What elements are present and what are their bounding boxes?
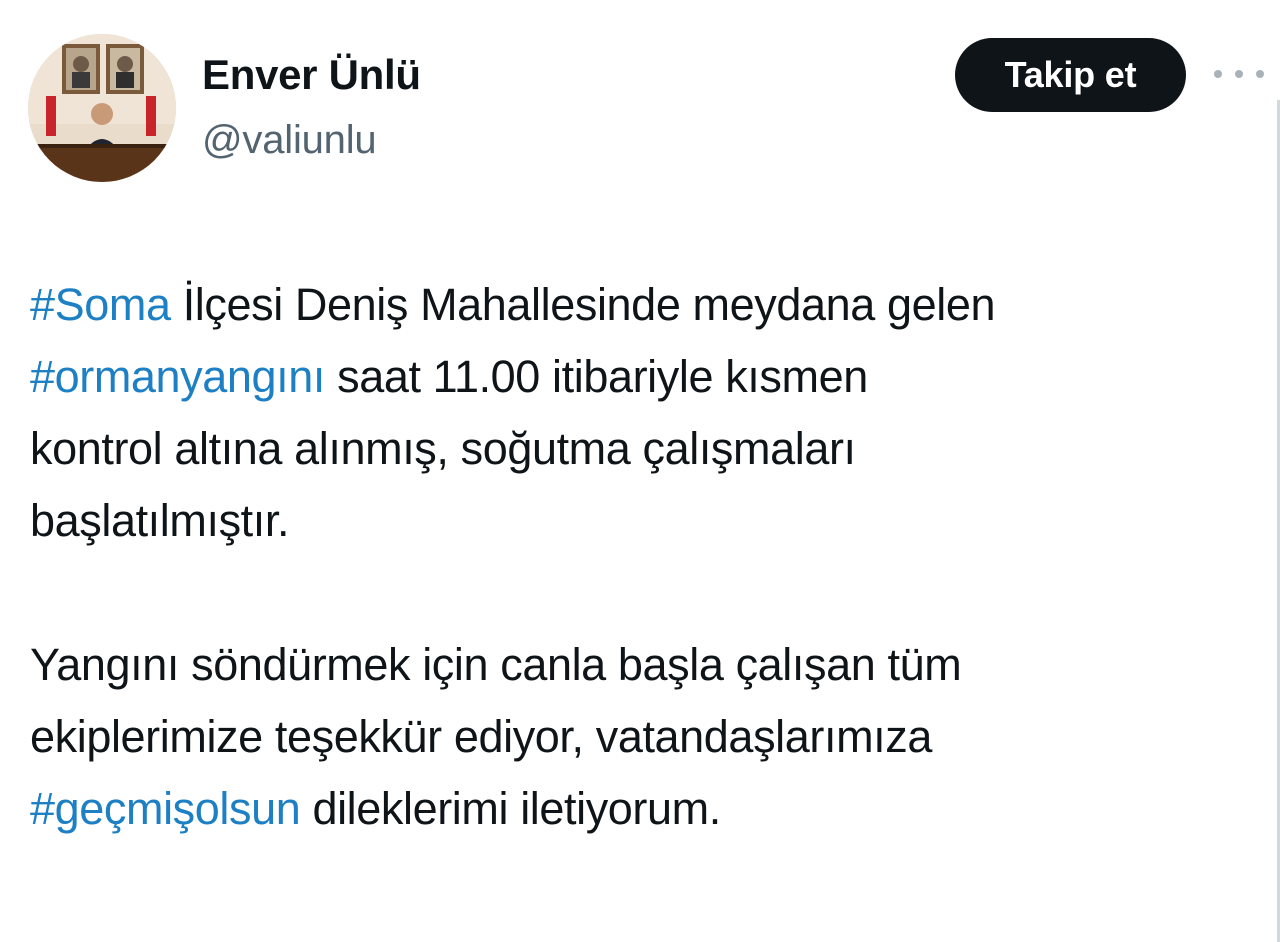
hashtag-link[interactable]: #ormanyangını <box>30 351 325 402</box>
tweet-card: Enver Ünlü @valiunlu Takip et #Soma İlçe… <box>0 0 1280 942</box>
tweet-text-segment: saat 11.00 itibariyle kısmen <box>325 351 868 402</box>
tweet-line: #Soma İlçesi Deniş Mahallesinde meydana … <box>30 269 1270 341</box>
tweet-line: Yangını söndürmek için canla başla çalış… <box>30 639 962 690</box>
author-name[interactable]: Enver Ünlü <box>202 50 421 100</box>
tweet-line: başlatılmıştır. <box>30 495 290 546</box>
more-dot <box>1214 70 1222 78</box>
tweet-text-segment: dileklerimi iletiyorum. <box>300 783 721 834</box>
author-handle[interactable]: @valiunlu <box>202 116 377 164</box>
avatar[interactable] <box>28 34 176 182</box>
more-dot <box>1256 70 1264 78</box>
tweet-text-segment: İlçesi Deniş Mahallesinde meydana gelen <box>170 279 996 330</box>
follow-button[interactable]: Takip et <box>955 38 1186 112</box>
more-horizontal-icon[interactable] <box>1214 64 1264 84</box>
hashtag-link[interactable]: #geçmişolsun <box>30 783 301 834</box>
tweet-text: #Soma İlçesi Deniş Mahallesinde meydana … <box>30 269 1270 845</box>
more-dot <box>1235 70 1243 78</box>
hashtag-link[interactable]: #Soma <box>30 279 171 330</box>
tweet-line: ekiplerimize teşekkür ediyor, vatandaşla… <box>30 711 932 762</box>
tweet-line: #geçmişolsun dileklerimi iletiyorum. <box>30 773 1270 845</box>
tweet-line: #ormanyangını saat 11.00 itibariyle kısm… <box>30 341 1270 413</box>
tweet-line: kontrol altına alınmış, soğutma çalışmal… <box>30 423 856 474</box>
avatar-photo <box>28 34 176 182</box>
